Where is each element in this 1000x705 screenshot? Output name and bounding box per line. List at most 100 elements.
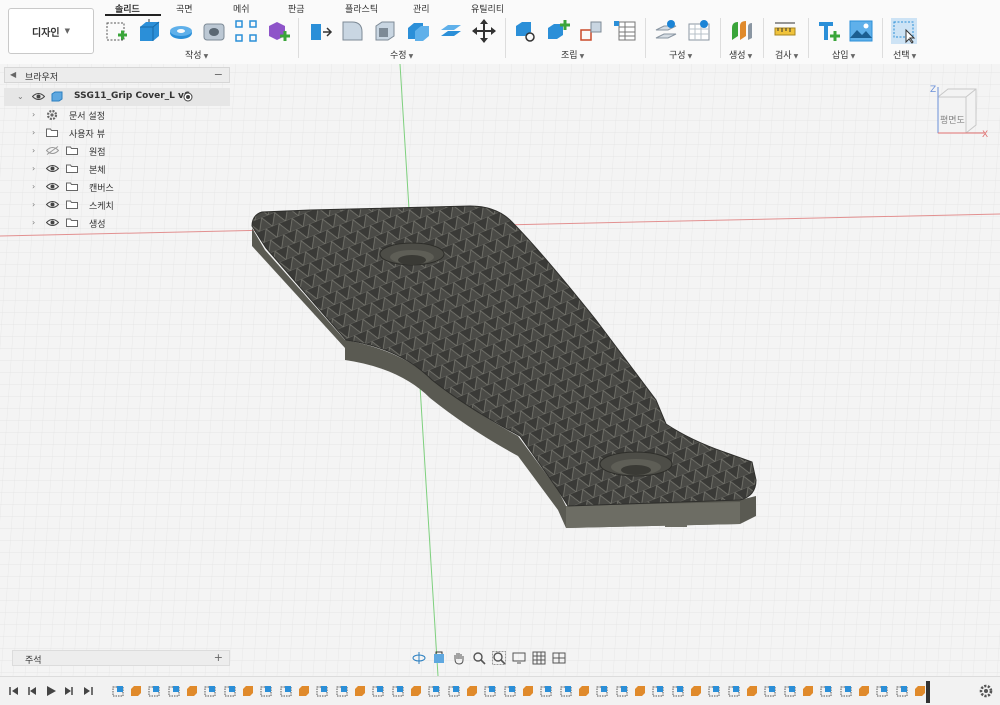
extrude-feature-icon[interactable] xyxy=(130,685,142,697)
gear-icon[interactable] xyxy=(978,683,994,699)
sketch-feature-icon[interactable] xyxy=(428,685,440,697)
revolve-icon[interactable] xyxy=(168,18,194,44)
extrude-feature-icon[interactable] xyxy=(858,685,870,697)
extrude-feature-icon[interactable] xyxy=(186,685,198,697)
group-construct[interactable]: 구성 ▼ xyxy=(669,48,692,61)
browser-header[interactable]: ◀ 브라우저 − xyxy=(4,67,230,83)
add-comment-icon[interactable]: + xyxy=(214,651,223,664)
extrude-icon[interactable] xyxy=(136,18,162,44)
tab-surface[interactable]: 곡면 xyxy=(176,2,193,15)
sketch-feature-icon[interactable] xyxy=(728,685,740,697)
sketch-feature-icon[interactable] xyxy=(560,685,572,697)
sketch-feature-icon[interactable] xyxy=(260,685,272,697)
press-pull-icon[interactable] xyxy=(307,18,333,44)
measure-grid-icon[interactable] xyxy=(686,18,712,44)
extrude-feature-icon[interactable] xyxy=(354,685,366,697)
sketch-feature-icon[interactable] xyxy=(504,685,516,697)
bill-of-materials-icon[interactable] xyxy=(611,18,637,44)
go-to-end-icon[interactable] xyxy=(82,685,94,697)
fit-icon[interactable] xyxy=(492,651,506,665)
select-window-icon[interactable] xyxy=(891,18,917,44)
step-back-icon[interactable] xyxy=(26,685,38,697)
sketch-feature-icon[interactable] xyxy=(336,685,348,697)
sketch-feature-icon[interactable] xyxy=(148,685,160,697)
shell-icon[interactable] xyxy=(372,18,398,44)
chevron-right-icon[interactable]: › xyxy=(32,218,35,227)
go-to-start-icon[interactable] xyxy=(8,685,20,697)
play-icon[interactable] xyxy=(45,685,57,697)
orbit-icon[interactable] xyxy=(412,651,426,665)
group-assemble[interactable]: 조립 ▼ xyxy=(561,48,584,61)
sketch-feature-icon[interactable] xyxy=(784,685,796,697)
extrude-feature-icon[interactable] xyxy=(802,685,814,697)
sketch-feature-icon[interactable] xyxy=(224,685,236,697)
extrude-feature-icon[interactable] xyxy=(634,685,646,697)
new-component-icon[interactable] xyxy=(545,18,571,44)
move-icon[interactable] xyxy=(471,18,497,44)
sketch-feature-icon[interactable] xyxy=(672,685,684,697)
sketch-feature-icon[interactable] xyxy=(652,685,664,697)
extrude-feature-icon[interactable] xyxy=(466,685,478,697)
browser-item-sketches[interactable]: › 스케치 xyxy=(4,196,230,214)
browser-item-document-settings[interactable]: › 문서 설정 xyxy=(4,106,230,124)
eye-hidden-icon[interactable] xyxy=(46,146,59,155)
sketch-feature-icon[interactable] xyxy=(372,685,384,697)
sketch-feature-icon[interactable] xyxy=(616,685,628,697)
viewcube[interactable]: Z X 평면도 xyxy=(930,85,990,145)
sketch-feature-icon[interactable] xyxy=(484,685,496,697)
create-sketch-icon[interactable] xyxy=(104,18,130,44)
sketch-feature-icon[interactable] xyxy=(840,685,852,697)
browser-item-generate[interactable]: › 생성 xyxy=(4,214,230,232)
browser-item-origin[interactable]: › 원점 xyxy=(4,142,230,160)
browser-item-bodies[interactable]: › 본체 xyxy=(4,160,230,178)
extrude-feature-icon[interactable] xyxy=(578,685,590,697)
chevron-right-icon[interactable]: › xyxy=(32,200,35,209)
group-generate[interactable]: 생성 ▼ xyxy=(729,48,752,61)
comments-panel[interactable]: 주석 + xyxy=(12,650,230,666)
browser-root-item[interactable]: ⌄ SSG11_Grip Cover_L v6 xyxy=(4,88,230,106)
offset-plane-icon[interactable] xyxy=(653,18,679,44)
display-settings-icon[interactable] xyxy=(512,651,526,665)
extrude-feature-icon[interactable] xyxy=(242,685,254,697)
sketch-feature-icon[interactable] xyxy=(448,685,460,697)
insert-derive-icon[interactable] xyxy=(816,18,842,44)
extrude-feature-icon[interactable] xyxy=(298,685,310,697)
tab-plastic[interactable]: 플라스틱 xyxy=(345,2,378,15)
chevron-right-icon[interactable]: › xyxy=(32,128,35,137)
group-inspect[interactable]: 검사 ▼ xyxy=(775,48,798,61)
sketch-feature-icon[interactable] xyxy=(540,685,552,697)
viewcube-face-label[interactable]: 평면도 xyxy=(940,113,965,126)
browser-item-canvases[interactable]: › 캔버스 xyxy=(4,178,230,196)
eye-icon[interactable] xyxy=(46,218,59,227)
group-insert[interactable]: 삽입 ▼ xyxy=(832,48,855,61)
eye-icon[interactable] xyxy=(32,92,45,101)
look-at-icon[interactable] xyxy=(432,651,446,665)
sketch-feature-icon[interactable] xyxy=(392,685,404,697)
extrude-feature-icon[interactable] xyxy=(746,685,758,697)
tab-manage[interactable]: 관리 xyxy=(413,2,430,15)
tab-sheet-metal[interactable]: 판금 xyxy=(288,2,305,15)
eye-icon[interactable] xyxy=(46,164,59,173)
grid-settings-icon[interactable] xyxy=(532,651,546,665)
offset-face-icon[interactable] xyxy=(438,18,464,44)
sketch-feature-icon[interactable] xyxy=(876,685,888,697)
extrude-feature-icon[interactable] xyxy=(410,685,422,697)
step-forward-icon[interactable] xyxy=(63,685,75,697)
sketch-feature-icon[interactable] xyxy=(596,685,608,697)
fillet-icon[interactable] xyxy=(340,18,366,44)
sketch-feature-icon[interactable] xyxy=(896,685,908,697)
chevron-right-icon[interactable]: › xyxy=(32,110,35,119)
as-built-joint-icon[interactable] xyxy=(578,18,604,44)
sketch-feature-icon[interactable] xyxy=(280,685,292,697)
tab-mesh[interactable]: 메쉬 xyxy=(233,2,250,15)
tab-utilities[interactable]: 유틸리티 xyxy=(471,2,504,15)
generative-design-icon[interactable] xyxy=(728,18,754,44)
collapse-icon[interactable]: − xyxy=(214,68,223,81)
pattern-icon[interactable] xyxy=(233,18,259,44)
sketch-feature-icon[interactable] xyxy=(708,685,720,697)
sketch-feature-icon[interactable] xyxy=(168,685,180,697)
insert-image-icon[interactable] xyxy=(848,18,874,44)
sketch-feature-icon[interactable] xyxy=(204,685,216,697)
workspace-switcher[interactable]: 디자인 ▼ xyxy=(8,8,94,54)
joint-icon[interactable] xyxy=(513,18,539,44)
